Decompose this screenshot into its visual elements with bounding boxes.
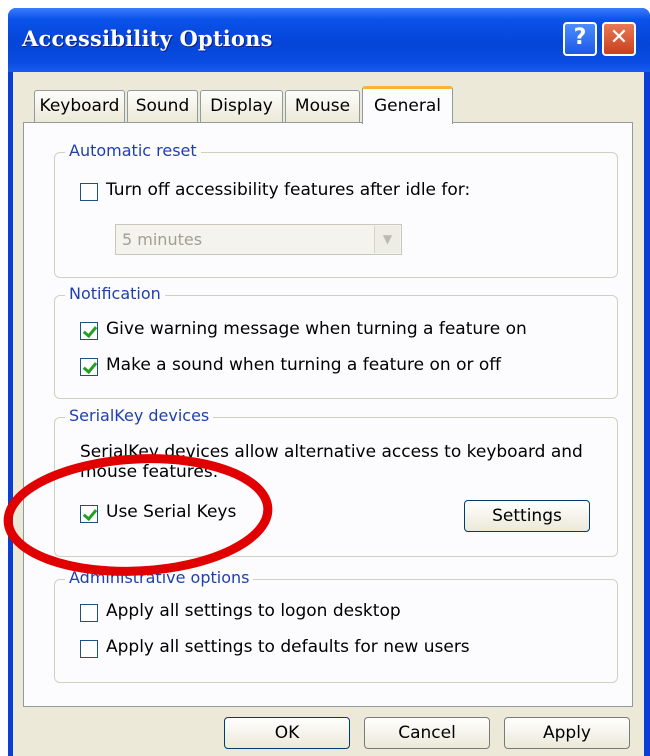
dialog-body: Keyboard Sound Display Mouse Automatic r… — [13, 72, 644, 756]
tab-keyboard[interactable]: Keyboard — [34, 90, 125, 122]
use-serial-keys-checkbox[interactable] — [80, 505, 98, 523]
idle-time-value: 5 minutes — [122, 230, 203, 249]
apply-defaults-new-users-checkbox[interactable] — [80, 640, 98, 658]
serialkey-description: SerialKey devices allow alternative acce… — [80, 442, 583, 482]
group-legend: SerialKey devices — [65, 406, 214, 425]
group-legend: Automatic reset — [65, 141, 201, 160]
turn-off-idle-label: Turn off accessibility features after id… — [106, 180, 471, 200]
tab-sound[interactable]: Sound — [127, 90, 198, 122]
close-button[interactable]: ✕ — [602, 22, 636, 56]
title-bar[interactable]: Accessibility Options ? ✕ — [8, 8, 650, 72]
warning-message-label: Give warning message when turning a feat… — [106, 319, 527, 339]
automatic-reset-group: Automatic reset Turn off accessibility f… — [54, 141, 618, 278]
serialkey-description-line: mouse features. — [80, 462, 219, 482]
tab-display[interactable]: Display — [200, 90, 283, 122]
make-sound-checkbox[interactable] — [80, 358, 98, 376]
serialkey-settings-button[interactable]: Settings — [464, 500, 590, 532]
turn-off-idle-checkbox[interactable] — [80, 183, 98, 201]
ok-button[interactable]: OK — [224, 717, 350, 749]
group-legend: Notification — [65, 284, 165, 303]
idle-time-select[interactable]: 5 minutes ▼ — [115, 224, 402, 255]
apply-logon-desktop-label: Apply all settings to logon desktop — [106, 601, 401, 621]
make-sound-label: Make a sound when turning a feature on o… — [106, 355, 502, 375]
serialkey-devices-group: SerialKey devices SerialKey devices allo… — [54, 406, 618, 557]
warning-message-checkbox[interactable] — [80, 322, 98, 340]
apply-defaults-new-users-label: Apply all settings to defaults for new u… — [106, 637, 470, 657]
use-serial-keys-label: Use Serial Keys — [106, 502, 237, 522]
serialkey-description-line: SerialKey devices allow alternative acce… — [80, 442, 583, 462]
apply-button[interactable]: Apply — [504, 717, 630, 749]
window-title: Accessibility Options — [22, 26, 273, 51]
apply-logon-desktop-checkbox[interactable] — [80, 604, 98, 622]
general-tab-panel: Automatic reset Turn off accessibility f… — [23, 122, 633, 707]
chevron-down-icon: ▼ — [374, 226, 400, 253]
notification-group: Notification Give warning message when t… — [54, 284, 618, 399]
administrative-options-group: Administrative options Apply all setting… — [54, 568, 618, 683]
accessibility-options-window: Accessibility Options ? ✕ Keyboard Sound… — [8, 8, 650, 756]
tab-general[interactable]: General — [362, 86, 453, 124]
tab-mouse[interactable]: Mouse — [285, 90, 360, 122]
group-legend: Administrative options — [65, 568, 254, 587]
help-button[interactable]: ? — [563, 22, 597, 56]
cancel-button[interactable]: Cancel — [364, 717, 490, 749]
